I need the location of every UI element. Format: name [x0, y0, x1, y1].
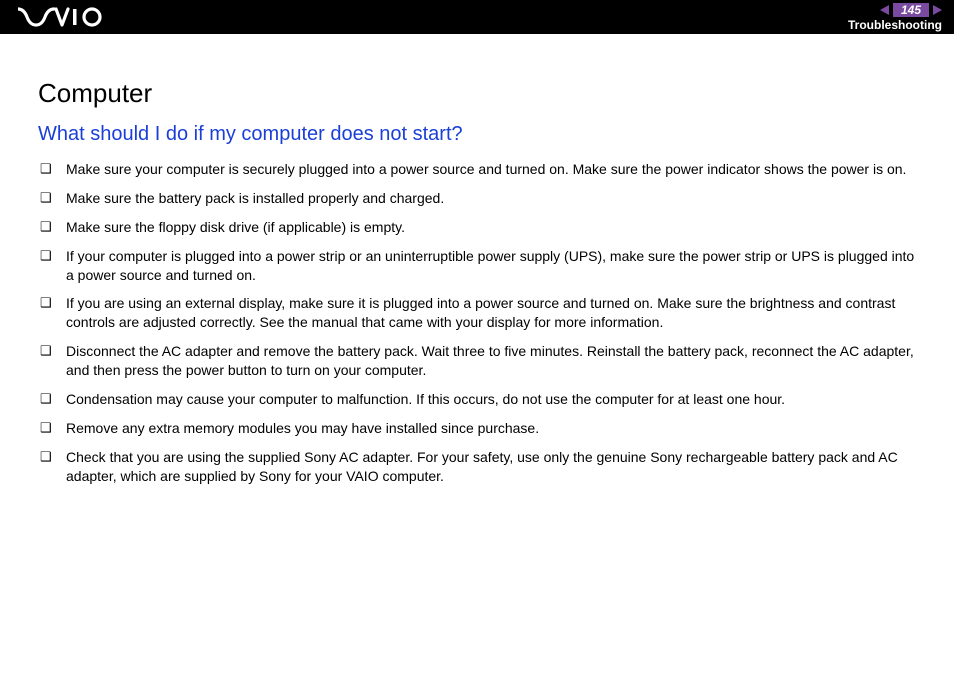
page-subtitle: What should I do if my computer does not…	[38, 123, 920, 146]
header-bar: 145 Troubleshooting	[0, 0, 954, 34]
list-item: If your computer is plugged into a power…	[38, 247, 920, 285]
page-number: 145	[893, 3, 929, 17]
vaio-logo	[18, 7, 104, 27]
list-item: Check that you are using the supplied So…	[38, 448, 920, 486]
section-label: Troubleshooting	[848, 19, 942, 31]
list-item: Make sure the floppy disk drive (if appl…	[38, 218, 920, 237]
list-item: Make sure the battery pack is installed …	[38, 189, 920, 208]
bullet-list: Make sure your computer is securely plug…	[38, 160, 920, 486]
list-item: Make sure your computer is securely plug…	[38, 160, 920, 179]
list-item: Remove any extra memory modules you may …	[38, 419, 920, 438]
header-nav: 145 Troubleshooting	[848, 3, 942, 31]
list-item: If you are using an external display, ma…	[38, 294, 920, 332]
prev-page-arrow-icon[interactable]	[880, 5, 889, 15]
page-content: Computer What should I do if my computer…	[0, 34, 954, 486]
next-page-arrow-icon[interactable]	[933, 5, 942, 15]
list-item: Disconnect the AC adapter and remove the…	[38, 342, 920, 380]
page-nav: 145	[880, 3, 942, 17]
page-title: Computer	[38, 78, 920, 109]
list-item: Condensation may cause your computer to …	[38, 390, 920, 409]
